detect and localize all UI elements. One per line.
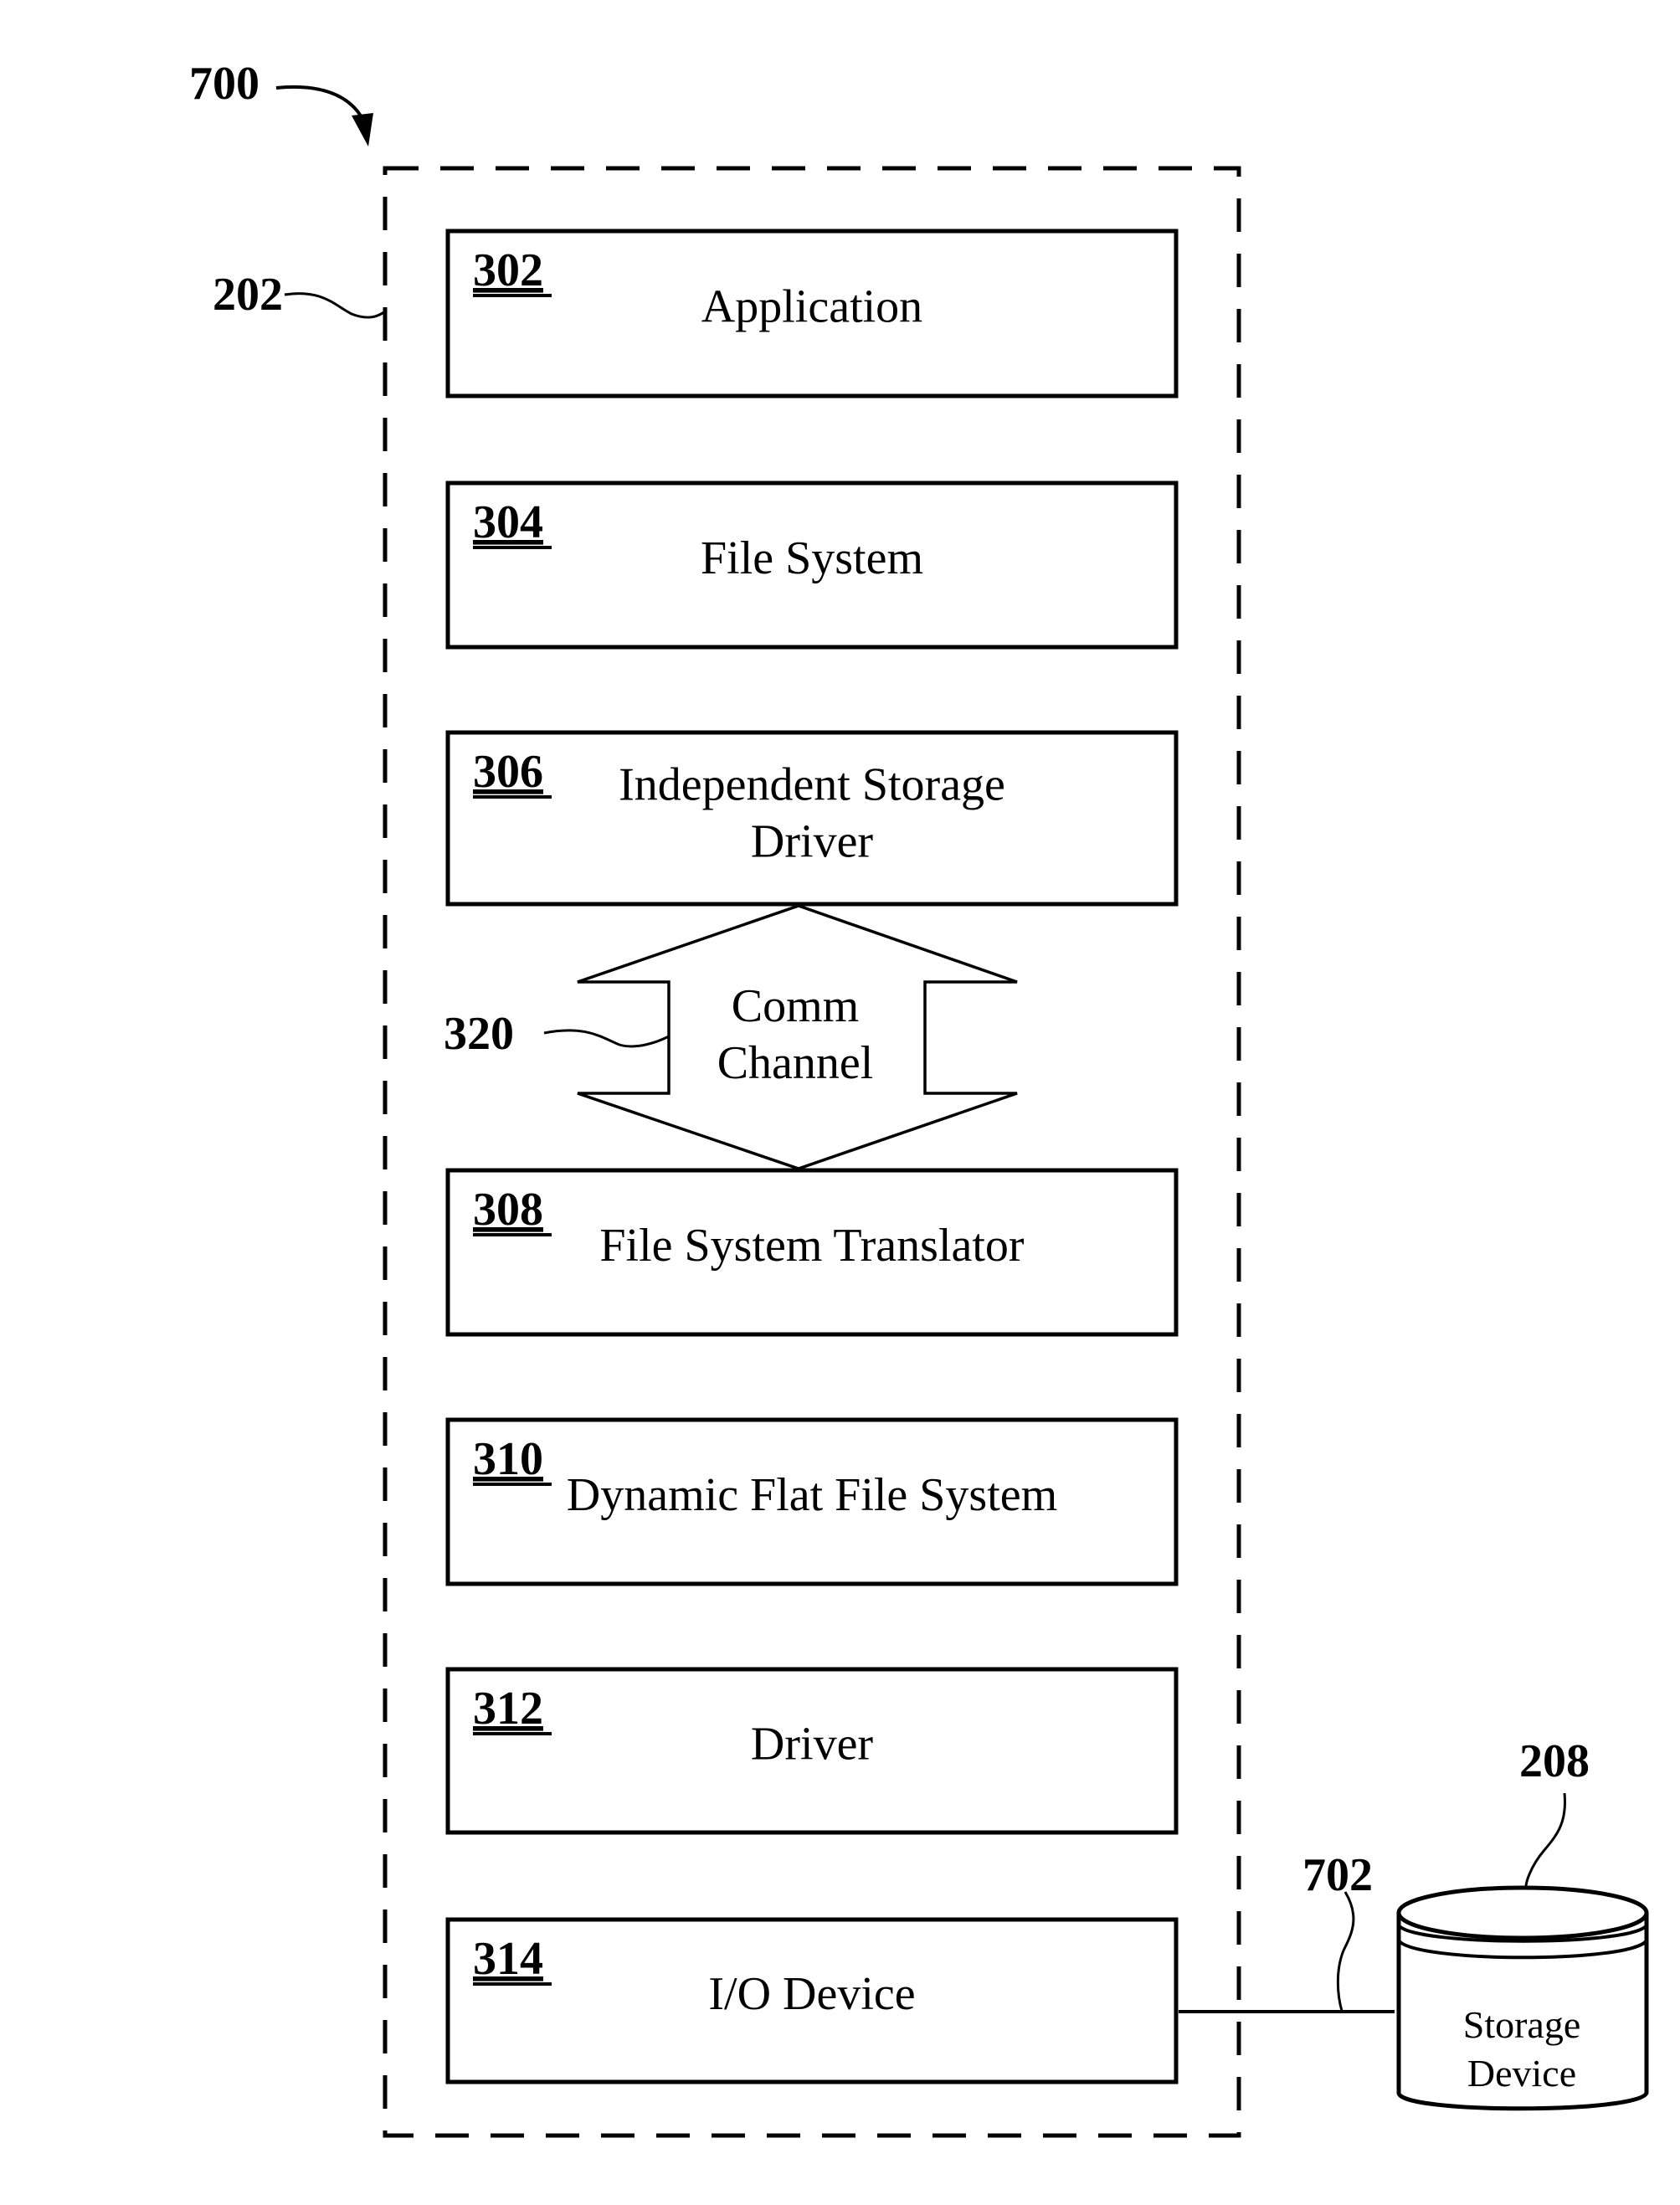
layer-ref-label: 302 [473, 244, 543, 296]
layer-name-line: Independent Storage [619, 759, 1005, 811]
storage-ref-label: 208 [1519, 1735, 1590, 1787]
layer-box-file-system-translator: 308 File System Translator [445, 1168, 1179, 1337]
arrowhead-icon [352, 113, 373, 146]
comm-channel-leader-line [543, 1029, 670, 1048]
comm-channel-ref-label: 320 [444, 1008, 514, 1060]
layer-box-driver: 312 Driver [445, 1667, 1179, 1835]
layer-name-line: I/O Device [708, 1968, 915, 2020]
layer-box-dynamic-flat-file-system: 310 Dynamic Flat File System [445, 1417, 1179, 1586]
layer-name-line: Dynamic Flat File System [567, 1469, 1057, 1521]
layer-ref-label: 306 [473, 746, 543, 798]
layer-ref-label: 304 [473, 496, 543, 548]
storage-device-label-line2: Device [1467, 2052, 1576, 2094]
comm-channel-label-line2: Channel [717, 1037, 874, 1089]
layer-ref-label: 314 [473, 1933, 543, 1985]
layer-name-line: Driver [751, 816, 874, 868]
connection-leader-line [1336, 1891, 1355, 2012]
layer-ref-label: 310 [473, 1433, 543, 1485]
layer-ref-label: 312 [473, 1683, 543, 1735]
layer-box-independent-storage-driver: 306 Independent StorageDriver [445, 730, 1179, 907]
layer-box-io-device: 314 I/O Device [445, 1917, 1179, 2084]
storage-leader-line [1524, 1792, 1567, 1890]
layer-name-line: File System [701, 532, 923, 584]
layer-name-line: Application [701, 281, 922, 333]
storage-device-label-line1: Storage [1463, 2003, 1581, 2046]
container-ref-label: 202 [213, 269, 283, 321]
layer-box-application: 302 Application [445, 229, 1179, 398]
figure-ref-label: 700 [189, 58, 259, 110]
layer-name-line: Driver [751, 1719, 874, 1771]
block-diagram: 700 202 302 Application 304 File System 306 I… [189, 58, 1649, 2138]
figure-ref-arrow [275, 85, 363, 119]
container-leader-line [284, 292, 386, 319]
layer-name-line: File System Translator [599, 1220, 1025, 1272]
connection-ref-label: 702 [1302, 1849, 1373, 1901]
layer-box-file-system: 304 File System [445, 481, 1179, 650]
comm-channel-label-line1: Comm [732, 980, 859, 1032]
layer-ref-label: 308 [473, 1184, 543, 1236]
